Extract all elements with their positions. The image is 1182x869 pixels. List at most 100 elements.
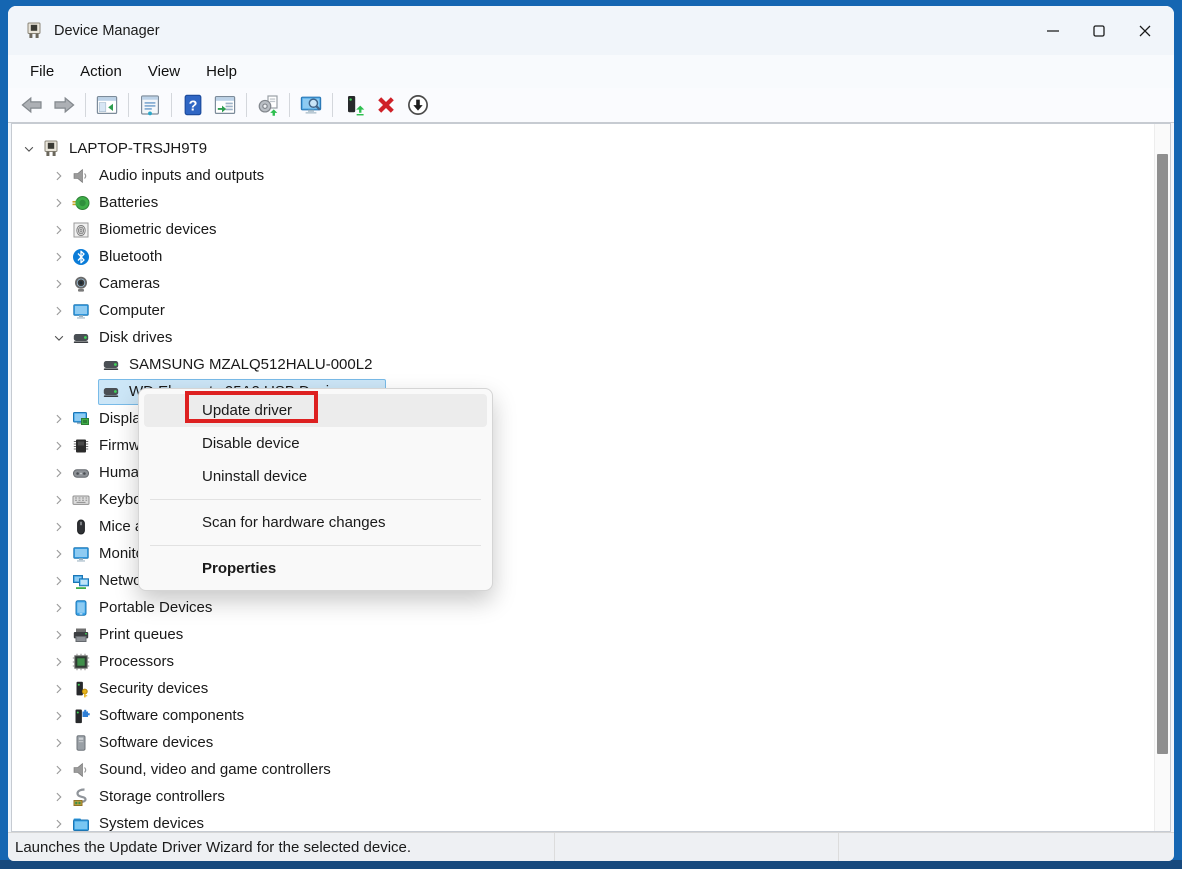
- disable-device-button[interactable]: [403, 91, 433, 119]
- chevron-right-icon[interactable]: [50, 627, 68, 643]
- chevron-down-icon[interactable]: [20, 141, 38, 157]
- tree-item-label: Cameras: [99, 275, 160, 292]
- storage-icon: [71, 787, 91, 807]
- tree-item-body[interactable]: Software devices: [68, 730, 220, 756]
- export-list-button[interactable]: [210, 91, 240, 119]
- tree-item[interactable]: Security devices: [12, 675, 1170, 702]
- tree-item-body[interactable]: SAMSUNG MZALQ512HALU-000L2: [98, 352, 379, 378]
- update-device-driver-button[interactable]: [339, 91, 369, 119]
- tree-item[interactable]: Batteries: [12, 189, 1170, 216]
- tree-item-body[interactable]: Computer: [68, 298, 172, 324]
- tree-item[interactable]: Storage controllers: [12, 783, 1170, 810]
- tree-item[interactable]: Disk drives: [12, 324, 1170, 351]
- tree-item[interactable]: Software devices: [12, 729, 1170, 756]
- properties-button[interactable]: [135, 91, 165, 119]
- network-icon: [71, 571, 91, 591]
- tree-item[interactable]: Cameras: [12, 270, 1170, 297]
- tree-item-label: Biometric devices: [99, 221, 217, 238]
- chevron-right-icon[interactable]: [50, 816, 68, 832]
- tree-item[interactable]: Bluetooth: [12, 243, 1170, 270]
- chevron-right-icon[interactable]: [50, 195, 68, 211]
- tree-item-body[interactable]: Security devices: [68, 676, 215, 702]
- menu-view[interactable]: View: [138, 59, 190, 84]
- menu-file[interactable]: File: [20, 59, 64, 84]
- context-menu-item-disable-device[interactable]: Disable device: [144, 427, 487, 460]
- toolbar-separator: [289, 93, 290, 117]
- tree-item[interactable]: SAMSUNG MZALQ512HALU-000L2: [12, 351, 1170, 378]
- tree-item-body[interactable]: Bluetooth: [68, 244, 169, 270]
- chevron-down-icon[interactable]: [50, 330, 68, 346]
- tree-item[interactable]: Audio inputs and outputs: [12, 162, 1170, 189]
- minimize-button[interactable]: [1030, 14, 1076, 48]
- uninstall-device-button[interactable]: [371, 91, 401, 119]
- chevron-right-icon[interactable]: [50, 762, 68, 778]
- tree-item[interactable]: Portable Devices: [12, 594, 1170, 621]
- scrollbar-thumb[interactable]: [1157, 154, 1168, 754]
- context-menu-item-uninstall-device[interactable]: Uninstall device: [144, 460, 487, 493]
- tree-item-body[interactable]: Software components: [68, 703, 251, 729]
- tree-item-body[interactable]: Processors: [68, 649, 181, 675]
- tree-item-body[interactable]: Portable Devices: [68, 595, 219, 621]
- tree-item[interactable]: Software components: [12, 702, 1170, 729]
- keyboard-icon: [71, 490, 91, 510]
- chevron-right-icon[interactable]: [50, 573, 68, 589]
- toolbar-separator: [246, 93, 247, 117]
- tree-item[interactable]: Biometric devices: [12, 216, 1170, 243]
- chevron-right-icon[interactable]: [50, 465, 68, 481]
- tree-item-body[interactable]: Biometric devices: [68, 217, 224, 243]
- help-button[interactable]: ?: [178, 91, 208, 119]
- menu-help[interactable]: Help: [196, 59, 247, 84]
- context-menu-item-properties[interactable]: Properties: [144, 552, 487, 585]
- chevron-spacer: [80, 384, 98, 400]
- tree-item-body[interactable]: System devices: [68, 811, 211, 833]
- chevron-right-icon[interactable]: [50, 600, 68, 616]
- tree-item[interactable]: System devices: [12, 810, 1170, 832]
- chevron-right-icon[interactable]: [50, 519, 68, 535]
- maximize-button[interactable]: [1076, 14, 1122, 48]
- chevron-right-icon[interactable]: [50, 546, 68, 562]
- vertical-scrollbar[interactable]: [1154, 124, 1170, 831]
- tree-item-body[interactable]: Storage controllers: [68, 784, 232, 810]
- context-menu-item-update-driver[interactable]: Update driver: [144, 394, 487, 427]
- tree-item-body[interactable]: Batteries: [68, 190, 165, 216]
- chevron-right-icon[interactable]: [50, 168, 68, 184]
- chevron-right-icon[interactable]: [50, 411, 68, 427]
- chevron-right-icon[interactable]: [50, 708, 68, 724]
- chevron-right-icon[interactable]: [50, 735, 68, 751]
- tree-item-label: Security devices: [99, 680, 208, 697]
- tree-item[interactable]: Computer: [12, 297, 1170, 324]
- back-icon: [20, 93, 44, 117]
- chevron-right-icon[interactable]: [50, 681, 68, 697]
- tree-item-body[interactable]: Print queues: [68, 622, 190, 648]
- chevron-right-icon[interactable]: [50, 222, 68, 238]
- show-hide-console-tree-button[interactable]: [92, 91, 122, 119]
- export-list-icon: [213, 93, 237, 117]
- chevron-right-icon[interactable]: [50, 654, 68, 670]
- tree-item-body[interactable]: LAPTOP-TRSJH9T9: [38, 136, 214, 162]
- close-icon: [1135, 21, 1155, 41]
- back-button[interactable]: [17, 91, 47, 119]
- speaker-icon: [71, 760, 91, 780]
- chevron-right-icon[interactable]: [50, 789, 68, 805]
- chevron-right-icon[interactable]: [50, 438, 68, 454]
- tree-item[interactable]: LAPTOP-TRSJH9T9: [12, 135, 1170, 162]
- forward-button[interactable]: [49, 91, 79, 119]
- tree-item-body[interactable]: Audio inputs and outputs: [68, 163, 271, 189]
- chevron-right-icon[interactable]: [50, 303, 68, 319]
- status-pane-3: [838, 833, 1174, 861]
- tree-item[interactable]: Print queues: [12, 621, 1170, 648]
- close-button[interactable]: [1122, 14, 1168, 48]
- tree-item[interactable]: Processors: [12, 648, 1170, 675]
- menu-action[interactable]: Action: [70, 59, 132, 84]
- tree-item[interactable]: Sound, video and game controllers: [12, 756, 1170, 783]
- chevron-right-icon[interactable]: [50, 492, 68, 508]
- tree-item-label: Software devices: [99, 734, 213, 751]
- tree-item-body[interactable]: Cameras: [68, 271, 167, 297]
- chevron-right-icon[interactable]: [50, 276, 68, 292]
- tree-item-body[interactable]: Sound, video and game controllers: [68, 757, 338, 783]
- chevron-right-icon[interactable]: [50, 249, 68, 265]
- update-driver-software-button[interactable]: [253, 91, 283, 119]
- tree-item-body[interactable]: Disk drives: [68, 325, 179, 351]
- context-menu-item-scan-for-hardware-changes[interactable]: Scan for hardware changes: [144, 506, 487, 539]
- scan-for-hardware-changes-button[interactable]: [296, 91, 326, 119]
